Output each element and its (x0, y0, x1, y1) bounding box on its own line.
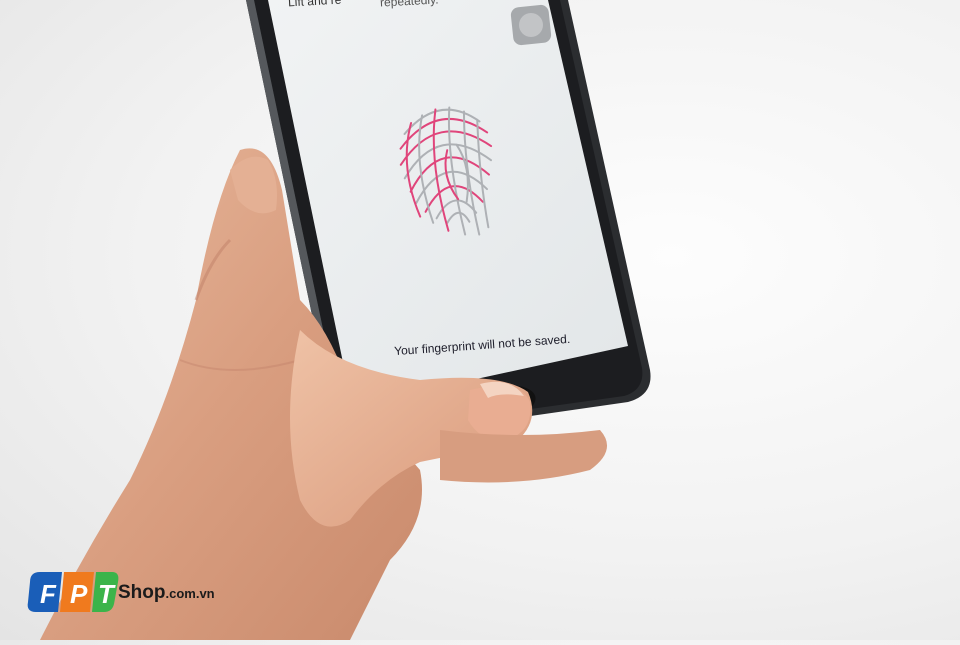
logo-letter-f: F (40, 579, 56, 609)
shop-label: Shop (118, 582, 166, 603)
fpt-logo-letters: F P T (34, 576, 120, 612)
shop-domain-suffix: .com.vn (165, 586, 215, 601)
logo-letter-t: T (98, 579, 114, 609)
photo-scene (0, 0, 960, 641)
phone-and-hand-illustration (27, 0, 651, 641)
logo-letter-p: P (70, 579, 88, 609)
shop-watermark-text: Shop.com.vn (118, 582, 215, 604)
